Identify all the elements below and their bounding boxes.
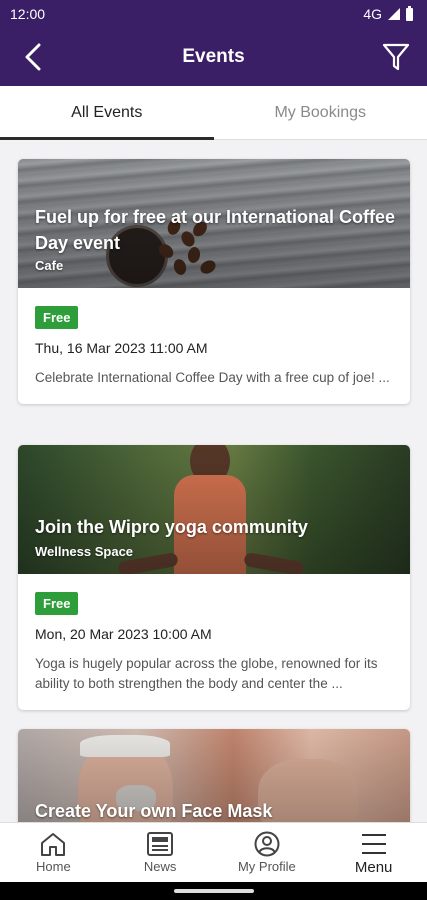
nav-my-profile-label: My Profile (237, 859, 296, 874)
gesture-bar (0, 882, 427, 900)
nav-menu[interactable]: Menu (320, 823, 427, 882)
event-card[interactable]: Fuel up for free at our International Co… (18, 159, 410, 404)
news-icon (147, 832, 174, 856)
event-card[interactable]: Join the Wipro yoga community Wellness S… (18, 445, 410, 710)
tab-my-bookings[interactable]: My Bookings (214, 86, 427, 139)
event-title: Join the Wipro yoga community (35, 517, 308, 537)
back-arrow-icon[interactable] (18, 42, 48, 72)
menu-icon (361, 834, 386, 854)
home-icon (41, 833, 66, 856)
event-description: Celebrate International Coffee Day with … (35, 370, 390, 385)
event-date: Mon, 20 Mar 2023 10:00 AM (35, 626, 212, 642)
event-date: Thu, 16 Mar 2023 11:00 AM (35, 340, 208, 356)
nav-home[interactable]: Home (0, 823, 107, 882)
app-bar: Events (0, 28, 427, 86)
nav-menu-label: Menu (354, 859, 393, 876)
event-title: Fuel up for free at our International Co… (35, 207, 396, 253)
event-location: Cafe (35, 258, 64, 273)
battery-icon (406, 5, 413, 21)
home-indicator[interactable] (174, 889, 254, 893)
price-badge: Free (35, 592, 79, 615)
event-image: Fuel up for free at our International Co… (18, 159, 410, 288)
nav-my-profile[interactable]: My Profile (214, 823, 321, 882)
tab-all-events[interactable]: All Events (0, 86, 214, 140)
nav-news[interactable]: News (107, 823, 214, 882)
page-title: Events (182, 46, 245, 67)
price-badge: Free (35, 306, 79, 329)
event-card[interactable]: Create Your own Face Mask (18, 729, 410, 822)
event-description: Yoga is hugely popular across the globe,… (35, 656, 378, 691)
signal-icon (388, 8, 400, 20)
event-title: Create Your own Face Mask (35, 801, 273, 821)
nav-home-label: Home (36, 859, 71, 874)
profile-icon (254, 831, 280, 857)
tab-bar: All Events My Bookings (0, 86, 427, 140)
status-bar: 12:00 4G (0, 0, 427, 28)
event-image: Join the Wipro yoga community Wellness S… (18, 445, 410, 574)
bottom-nav: Home News My Profile Menu (0, 822, 427, 882)
event-image: Create Your own Face Mask (18, 729, 410, 822)
events-list[interactable]: Fuel up for free at our International Co… (0, 140, 427, 822)
nav-news-label: News (143, 859, 177, 874)
network-label: 4G (363, 6, 382, 22)
status-time: 12:00 (10, 6, 46, 22)
event-location: Wellness Space (35, 544, 134, 559)
filter-icon[interactable] (379, 40, 413, 74)
